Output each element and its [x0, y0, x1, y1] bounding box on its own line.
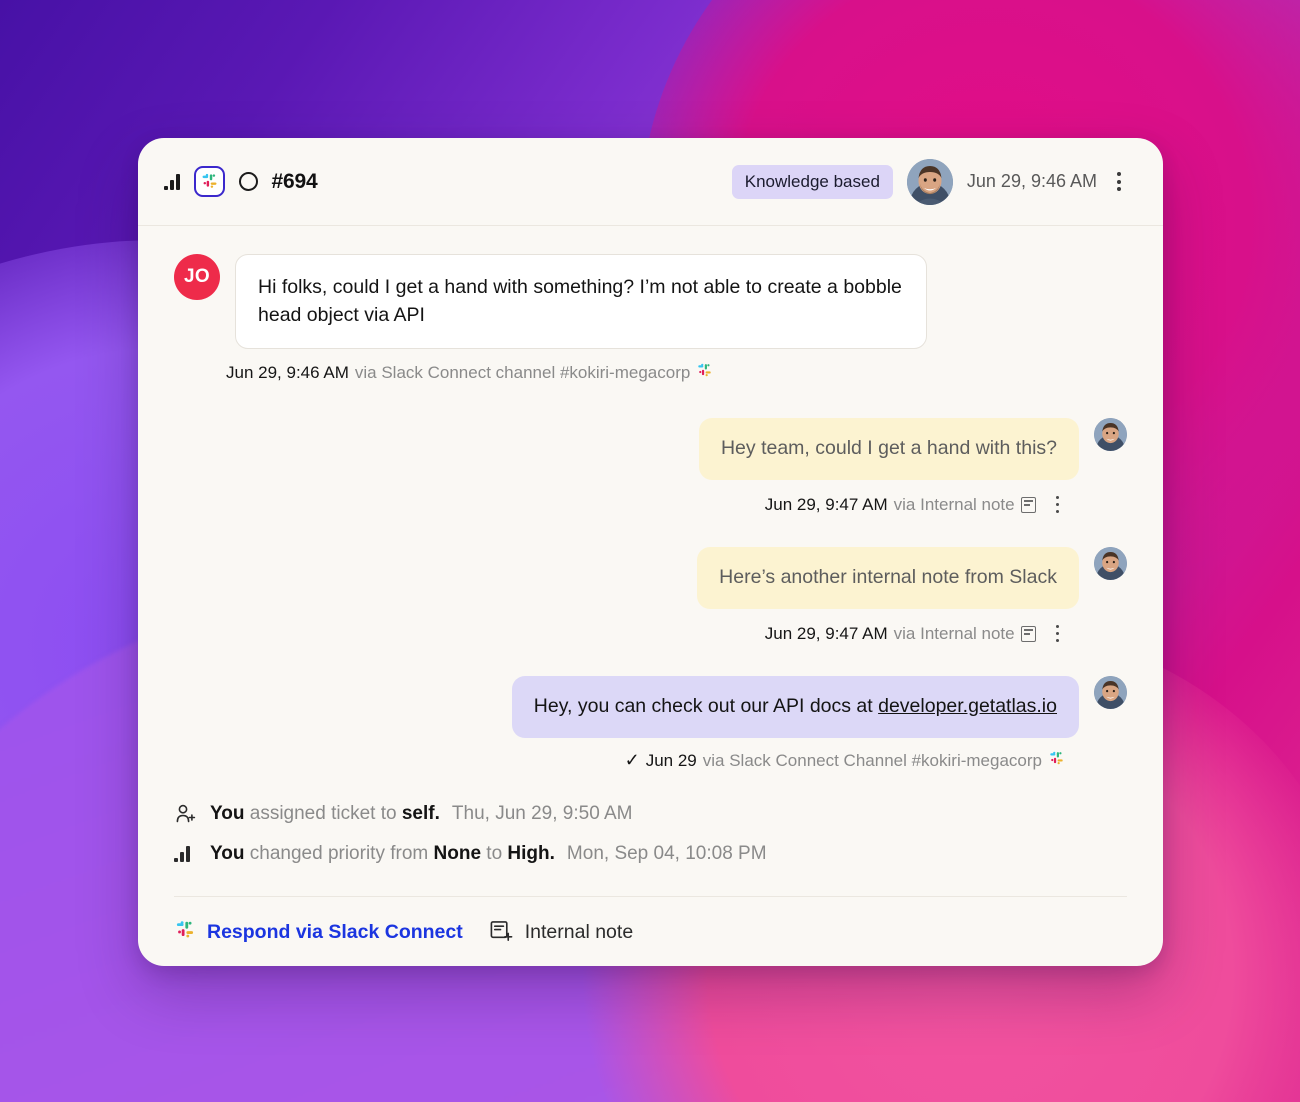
avatar: JO	[174, 254, 220, 300]
page-background: #694 Knowledge based Jun 29, 9:46 AM JO …	[0, 0, 1300, 1102]
avatar	[1094, 418, 1127, 452]
message-bubble: Here’s another internal note from Slack	[697, 547, 1079, 609]
message-text: Hey, you can check out our API docs at	[533, 695, 879, 718]
slack-icon[interactable]	[193, 166, 225, 197]
message-via: via Internal note	[893, 494, 1015, 514]
slack-icon	[696, 362, 713, 384]
ticket-timestamp: Jun 29, 9:46 AM	[966, 171, 1097, 191]
activity-text: You assigned ticket to self. Thu, Jun 29,…	[210, 803, 633, 825]
ticket-header-right: Knowledge based Jun 29, 9:46 AM	[731, 158, 1127, 205]
message-via: via Internal note	[893, 623, 1015, 643]
message-meta: Jun 29, 9:46 AM via Slack Connect channe…	[226, 362, 1127, 384]
activity-action-mid: to	[481, 842, 508, 864]
message-internal-note: Here’s another internal note from Slack	[174, 547, 1127, 609]
kebab-menu-icon[interactable]	[1050, 621, 1065, 646]
person-add-icon	[174, 803, 196, 825]
ticket-number: #694	[271, 169, 318, 193]
activity-timestamp: Mon, Sep 04, 10:08 PM	[566, 842, 767, 864]
message-time: Jun 29, 9:47 AM	[764, 494, 888, 514]
internal-note-button[interactable]: Internal note	[489, 919, 633, 945]
message-outgoing-slack: Hey, you can check out our API docs at d…	[174, 676, 1127, 738]
avatar	[906, 158, 953, 205]
kebab-menu-icon[interactable]	[1111, 168, 1127, 195]
activity-timestamp: Thu, Jun 29, 9:50 AM	[451, 802, 633, 824]
message-incoming: JO Hi folks, could I get a hand with som…	[174, 254, 1127, 350]
activity-actor: You	[210, 842, 245, 864]
activity-item-priority: You changed priority from None to High. M…	[174, 834, 1127, 874]
activity-log: You assigned ticket to self. Thu, Jun 29,…	[138, 772, 1163, 874]
message-bubble: Hey, you can check out our API docs at d…	[511, 676, 1079, 738]
message-meta: ✓ Jun 29 via Slack Connect Channel #koki…	[174, 750, 1065, 772]
message-time: Jun 29, 9:46 AM	[226, 363, 349, 383]
message-time: Jun 29, 9:47 AM	[764, 623, 888, 643]
message-via: via Slack Connect channel #kokiri-megaco…	[354, 363, 691, 383]
activity-from-value: None	[433, 842, 482, 864]
ticket-header-left: #694	[164, 166, 318, 197]
message-meta: Jun 29, 9:47 AM via Internal note	[174, 621, 1065, 646]
avatar	[1094, 547, 1127, 581]
internal-note-label: Internal note	[524, 920, 634, 943]
message-meta: Jun 29, 9:47 AM via Internal note	[174, 492, 1065, 517]
activity-actor: You	[210, 802, 245, 824]
slack-icon	[174, 919, 196, 946]
message-via: via Slack Connect Channel #kokiri-megaco…	[702, 750, 1042, 770]
message-time: Jun 29	[645, 750, 697, 770]
slack-icon	[1048, 750, 1065, 772]
circle-open-icon[interactable]	[238, 172, 258, 191]
signal-bars-icon	[174, 845, 196, 863]
activity-target: self.	[401, 802, 440, 824]
message-bubble: Hi folks, could I get a hand with someth…	[235, 254, 927, 350]
ticket-card: #694 Knowledge based Jun 29, 9:46 AM JO …	[138, 138, 1163, 966]
message-thread: JO Hi folks, could I get a hand with som…	[138, 226, 1163, 772]
message-bubble: Hey team, could I get a hand with this?	[698, 418, 1079, 481]
note-icon	[1020, 496, 1036, 513]
message-link[interactable]: developer.getatlas.io	[878, 695, 1057, 717]
activity-action: changed priority from	[244, 842, 434, 864]
respond-via-slack-connect-button[interactable]: Respond via Slack Connect	[174, 919, 463, 946]
activity-action: assigned ticket to	[244, 802, 402, 824]
signal-bars-icon	[164, 173, 180, 190]
respond-via-slack-connect-label: Respond via Slack Connect	[207, 920, 463, 943]
note-add-icon	[489, 919, 514, 945]
activity-item-assigned: You assigned ticket to self. Thu, Jun 29,…	[174, 794, 1127, 834]
note-icon	[1020, 625, 1036, 642]
kebab-menu-icon[interactable]	[1050, 492, 1065, 517]
activity-text: You changed priority from None to High. M…	[210, 843, 767, 865]
reply-actions: Respond via Slack Connect Internal note	[174, 895, 1127, 946]
delivered-check-icon: ✓	[624, 750, 640, 771]
avatar	[1094, 676, 1127, 710]
status-badge[interactable]: Knowledge based	[731, 164, 893, 199]
ticket-header: #694 Knowledge based Jun 29, 9:46 AM	[138, 138, 1163, 226]
activity-to-value: High.	[507, 842, 555, 864]
message-internal-note: Hey team, could I get a hand with this?	[174, 418, 1127, 481]
